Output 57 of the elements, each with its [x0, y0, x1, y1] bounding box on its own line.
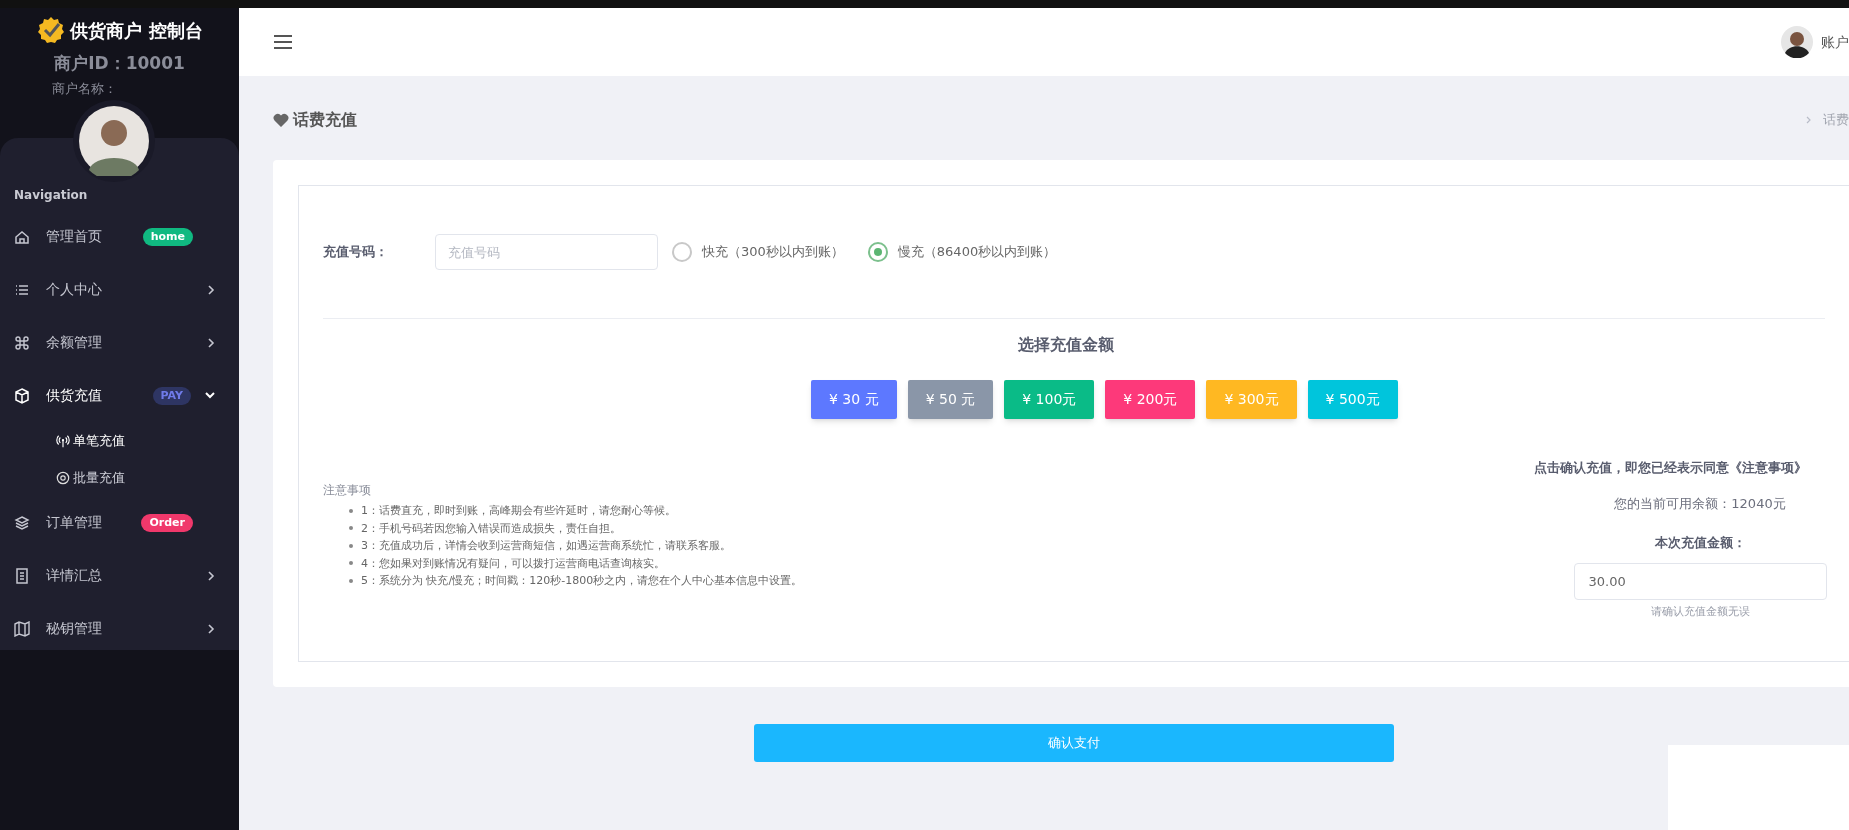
antenna-icon — [56, 433, 70, 448]
amount-button[interactable]: ¥ 200元 — [1105, 380, 1196, 419]
submenu-item[interactable]: 批量充值 — [73, 467, 125, 488]
nav-item[interactable]: 管理首页 home — [0, 210, 239, 263]
box-icon — [14, 387, 30, 404]
note-item: 2：手机号码若因您输入错误而造成损失，责任自担。 — [361, 520, 621, 536]
balance-text: 您的当前可用余额：12040元 — [1614, 494, 1786, 513]
amount-button[interactable]: ¥ 30 元 — [811, 380, 897, 419]
nav-item[interactable]: 秘钥管理 — [0, 602, 239, 655]
phone-number-field[interactable]: 充值号码 — [435, 234, 658, 270]
badge-check-icon — [36, 15, 67, 45]
nav-badge: PAY — [152, 386, 191, 405]
bullet-icon — [349, 561, 353, 566]
app-title: 供货商户 控制台 — [70, 18, 203, 43]
agreement-text: 点击确认充值，即您已经表示同意《注意事项》 — [1533, 459, 1807, 477]
nav-badge: home — [142, 227, 193, 246]
nav-item[interactable]: 余额管理 — [0, 316, 239, 369]
note-item: 1：话费直充，即时到账，高峰期会有些许延时，请您耐心等候。 — [361, 503, 676, 519]
field-label: 本次充值金额： — [1654, 534, 1746, 553]
document-icon — [14, 567, 30, 584]
map-icon — [14, 620, 30, 637]
nav-badge: Order — [141, 513, 193, 532]
merchant-id: 商户ID：10001 — [53, 52, 186, 75]
menu-icon[interactable] — [273, 34, 293, 50]
notes-heading: 注意事项 — [323, 482, 372, 499]
nav-item[interactable]: 订单管理 Order — [0, 496, 239, 549]
avatar[interactable] — [1781, 26, 1813, 58]
radio-button[interactable] — [672, 242, 692, 262]
merchant-name: 商户名称： — [52, 79, 118, 98]
bullet-icon — [349, 543, 353, 548]
note-item: 5：系统分为 快充/慢充；时间戳：120秒-1800秒之内，请您在个人中心基本信息中设置。 — [361, 573, 803, 589]
heart-icon — [273, 112, 289, 128]
chevron-right-icon — [1806, 116, 1811, 124]
hint-text: 请确认充值金额无误 — [1650, 603, 1750, 620]
nav-heading: Navigation — [14, 187, 88, 204]
nav-item[interactable]: 个人中心 — [0, 263, 239, 316]
radio-button[interactable] — [867, 242, 888, 262]
nav-item[interactable]: 详情汇总 — [0, 549, 239, 602]
section-heading: 选择充值金额 — [1017, 334, 1115, 356]
page-title: 话费充值 — [293, 109, 357, 131]
aperture-icon — [56, 470, 70, 485]
home-icon — [14, 228, 30, 245]
note-item: 4：您如果对到账情况有疑问，可以拨打运营商电话查询核实。 — [361, 555, 665, 571]
submenu-item[interactable]: 单笔充值 — [73, 430, 125, 451]
note-item: 3：充值成功后，详情会收到运营商短信，如遇运营商系统忙，请联系客服。 — [361, 538, 731, 554]
field-label: 充值号码： — [323, 243, 389, 262]
command-icon — [14, 334, 30, 351]
bullet-icon — [349, 526, 353, 531]
bullet-icon — [349, 578, 353, 583]
radio-label[interactable]: 慢充（86400秒以内到账） — [897, 242, 1057, 262]
account-name[interactable]: 账户 — [1821, 31, 1849, 53]
layers-icon — [14, 514, 30, 531]
avatar — [79, 106, 149, 176]
nav-item[interactable]: 供货充值 PAY — [0, 369, 239, 422]
bullet-icon — [349, 508, 353, 513]
radio-label[interactable]: 快充（300秒以内到账） — [702, 242, 844, 262]
amount-field[interactable]: 30.00 — [1573, 562, 1827, 600]
